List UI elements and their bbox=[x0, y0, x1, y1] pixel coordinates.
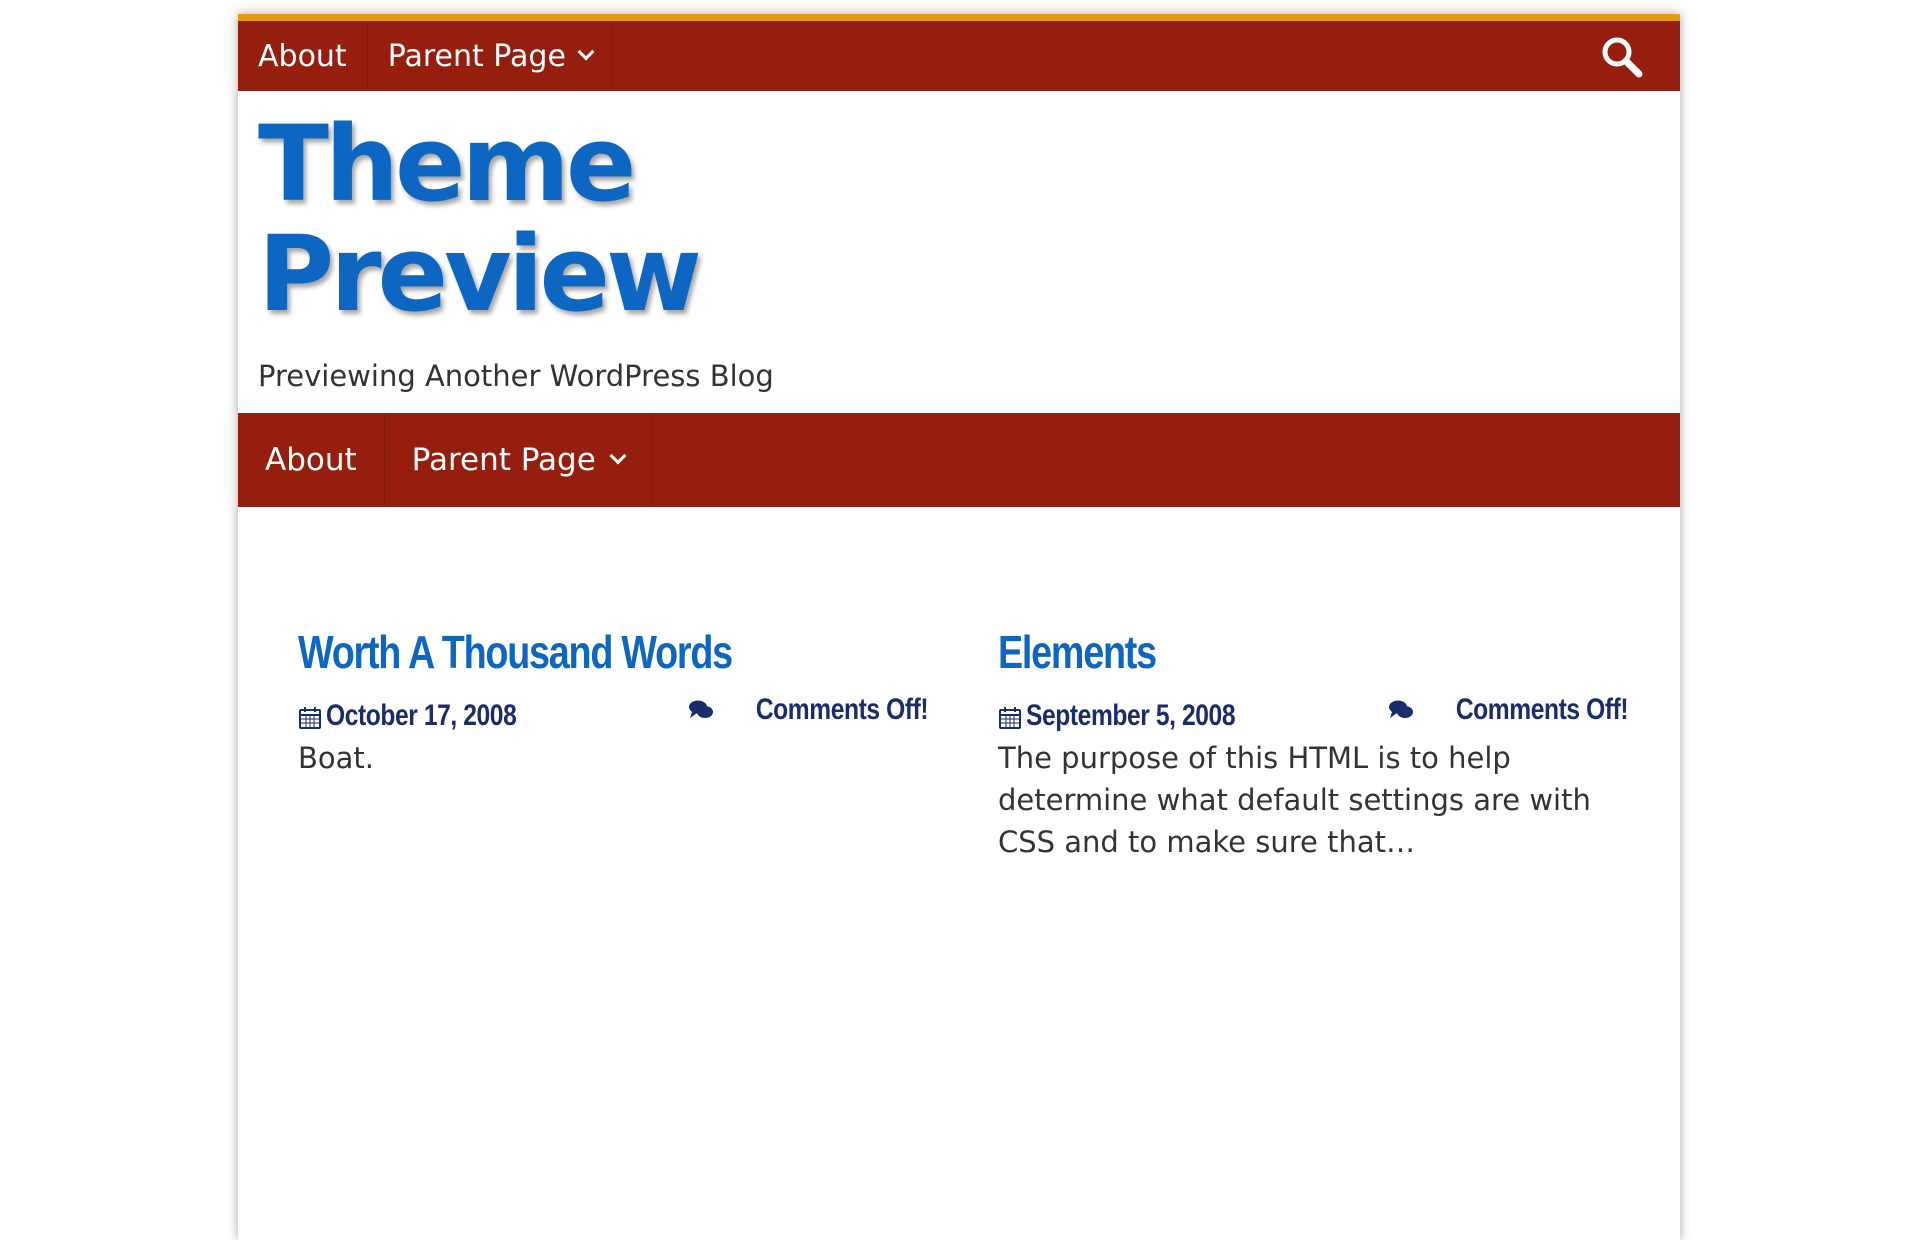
post-meta: September 5, 2008 Comments Off! bbox=[998, 693, 1628, 739]
chevron-down-icon bbox=[609, 447, 627, 465]
main-navigation: About Parent Page bbox=[238, 413, 1680, 507]
top-nav-about[interactable]: About bbox=[238, 21, 368, 91]
site-title[interactable]: Theme Preview bbox=[258, 109, 758, 329]
calendar-icon bbox=[299, 707, 321, 729]
post-date-label: September 5, 2008 bbox=[1026, 699, 1236, 732]
page-container: About Parent Page Theme Preview Previewi… bbox=[238, 14, 1680, 1240]
comments-icon bbox=[1388, 700, 1413, 718]
site-tagline: Previewing Another WordPress Blog bbox=[258, 359, 774, 393]
post-card: Elements September 5, 2008 Comments Off!… bbox=[998, 625, 1628, 863]
comments-icon bbox=[688, 700, 713, 718]
site-header: Theme Preview Previewing Another WordPre… bbox=[238, 91, 1680, 413]
post-date[interactable]: October 17, 2008 bbox=[298, 699, 558, 733]
post-comments-label: Comments Off! bbox=[1455, 693, 1629, 726]
post-comments[interactable]: Comments Off! bbox=[1388, 693, 1628, 727]
calendar-icon bbox=[999, 707, 1021, 729]
search-button[interactable] bbox=[1600, 35, 1644, 79]
main-nav-parent-page[interactable]: Parent Page bbox=[385, 413, 652, 507]
post-comments[interactable]: Comments Off! bbox=[688, 693, 928, 727]
post-date[interactable]: September 5, 2008 bbox=[998, 699, 1281, 733]
main-nav-about[interactable]: About bbox=[238, 413, 385, 507]
top-nav-parent-page[interactable]: Parent Page bbox=[368, 21, 613, 91]
main-nav-about-label: About bbox=[265, 442, 357, 478]
top-navigation: About Parent Page bbox=[238, 21, 1680, 91]
top-nav-parent-page-label: Parent Page bbox=[387, 38, 566, 74]
post-excerpt: Boat. bbox=[298, 741, 374, 775]
post-card: Worth A Thousand Words October 17, 2008 … bbox=[298, 625, 928, 779]
post-excerpt: The purpose of this HTML is to help dete… bbox=[998, 741, 1591, 859]
chevron-down-icon bbox=[577, 43, 595, 61]
site-title-line2: Preview bbox=[258, 213, 702, 335]
post-meta: October 17, 2008 Comments Off! bbox=[298, 693, 928, 739]
post-comments-label: Comments Off! bbox=[755, 693, 929, 726]
post-date-label: October 17, 2008 bbox=[326, 699, 517, 732]
posts-area: Worth A Thousand Words October 17, 2008 … bbox=[238, 507, 1680, 1107]
site-title-line1: Theme bbox=[258, 103, 636, 225]
post-title[interactable]: Elements bbox=[998, 625, 1515, 679]
post-title[interactable]: Worth A Thousand Words bbox=[298, 625, 815, 679]
main-nav-parent-page-label: Parent Page bbox=[411, 442, 596, 478]
search-icon bbox=[1602, 37, 1643, 78]
top-nav-about-label: About bbox=[258, 38, 347, 74]
